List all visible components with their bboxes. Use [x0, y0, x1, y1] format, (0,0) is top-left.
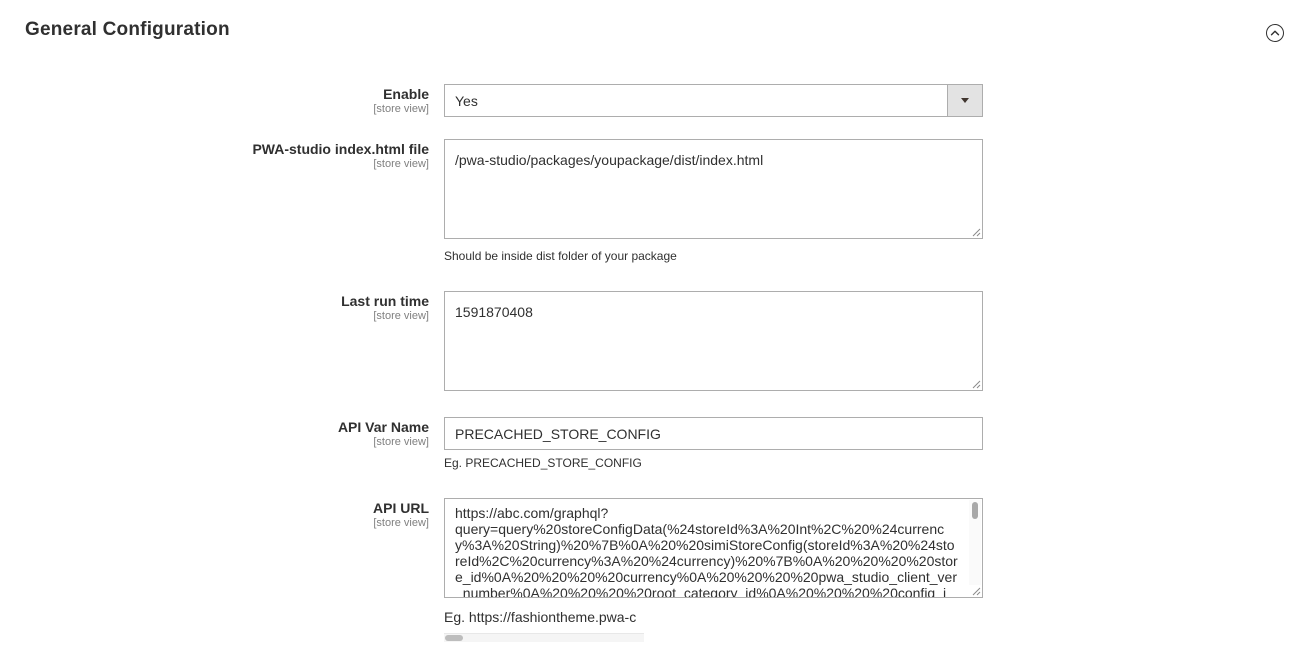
api-url-textarea[interactable]: https://abc.com/graphql? query=query%20s… — [444, 498, 983, 598]
api-var-note: Eg. PRECACHED_STORE_CONFIG — [444, 456, 642, 470]
scrollbar-thumb[interactable] — [445, 635, 463, 641]
enable-scope: [store view] — [373, 103, 429, 115]
last-run-label-group: Last run time [store view] — [341, 293, 429, 323]
vertical-scrollbar[interactable] — [969, 500, 981, 585]
resize-grip-icon[interactable] — [972, 587, 981, 596]
api-url-label: API URL — [373, 500, 429, 516]
api-url-value: https://abc.com/graphql? query=query%20s… — [455, 505, 958, 598]
resize-grip-icon[interactable] — [972, 380, 981, 389]
enable-label-group: Enable [store view] — [373, 86, 429, 116]
index-file-label: PWA-studio index.html file — [252, 141, 429, 157]
api-url-note: Eg. https://fashiontheme.pwa-c — [444, 609, 637, 625]
api-var-label-group: API Var Name [store view] — [338, 419, 429, 449]
dropdown-arrow-icon[interactable] — [947, 85, 982, 116]
api-url-scope: [store view] — [373, 517, 429, 529]
section-title: General Configuration — [25, 19, 230, 40]
index-file-textarea[interactable]: /pwa-studio/packages/youpackage/dist/ind… — [444, 139, 983, 239]
index-file-scope: [store view] — [373, 158, 429, 170]
index-file-value: /pwa-studio/packages/youpackage/dist/ind… — [455, 152, 764, 168]
last-run-textarea[interactable]: 1591870408 — [444, 291, 983, 391]
api-var-scope: [store view] — [373, 436, 429, 448]
enable-select-value: Yes — [455, 93, 478, 109]
horizontal-scrollbar[interactable] — [444, 633, 644, 642]
enable-label: Enable — [383, 86, 429, 102]
scrollbar-thumb[interactable] — [972, 502, 978, 519]
index-file-label-group: PWA-studio index.html file [store view] — [252, 141, 429, 171]
api-url-note-scroller[interactable]: Eg. https://fashiontheme.pwa-c — [444, 608, 644, 642]
last-run-value: 1591870408 — [455, 304, 533, 320]
enable-select[interactable]: Yes — [444, 84, 983, 117]
api-var-value: PRECACHED_STORE_CONFIG — [455, 426, 661, 442]
api-url-label-group: API URL [store view] — [373, 500, 429, 530]
resize-grip-icon[interactable] — [972, 228, 981, 237]
index-file-note: Should be inside dist folder of your pac… — [444, 249, 677, 263]
api-var-input[interactable]: PRECACHED_STORE_CONFIG — [444, 417, 983, 450]
collapse-section-button[interactable] — [1266, 24, 1284, 42]
last-run-label: Last run time — [341, 293, 429, 309]
chevron-up-icon — [1270, 30, 1280, 36]
last-run-scope: [store view] — [373, 310, 429, 322]
api-var-label: API Var Name — [337, 419, 429, 435]
